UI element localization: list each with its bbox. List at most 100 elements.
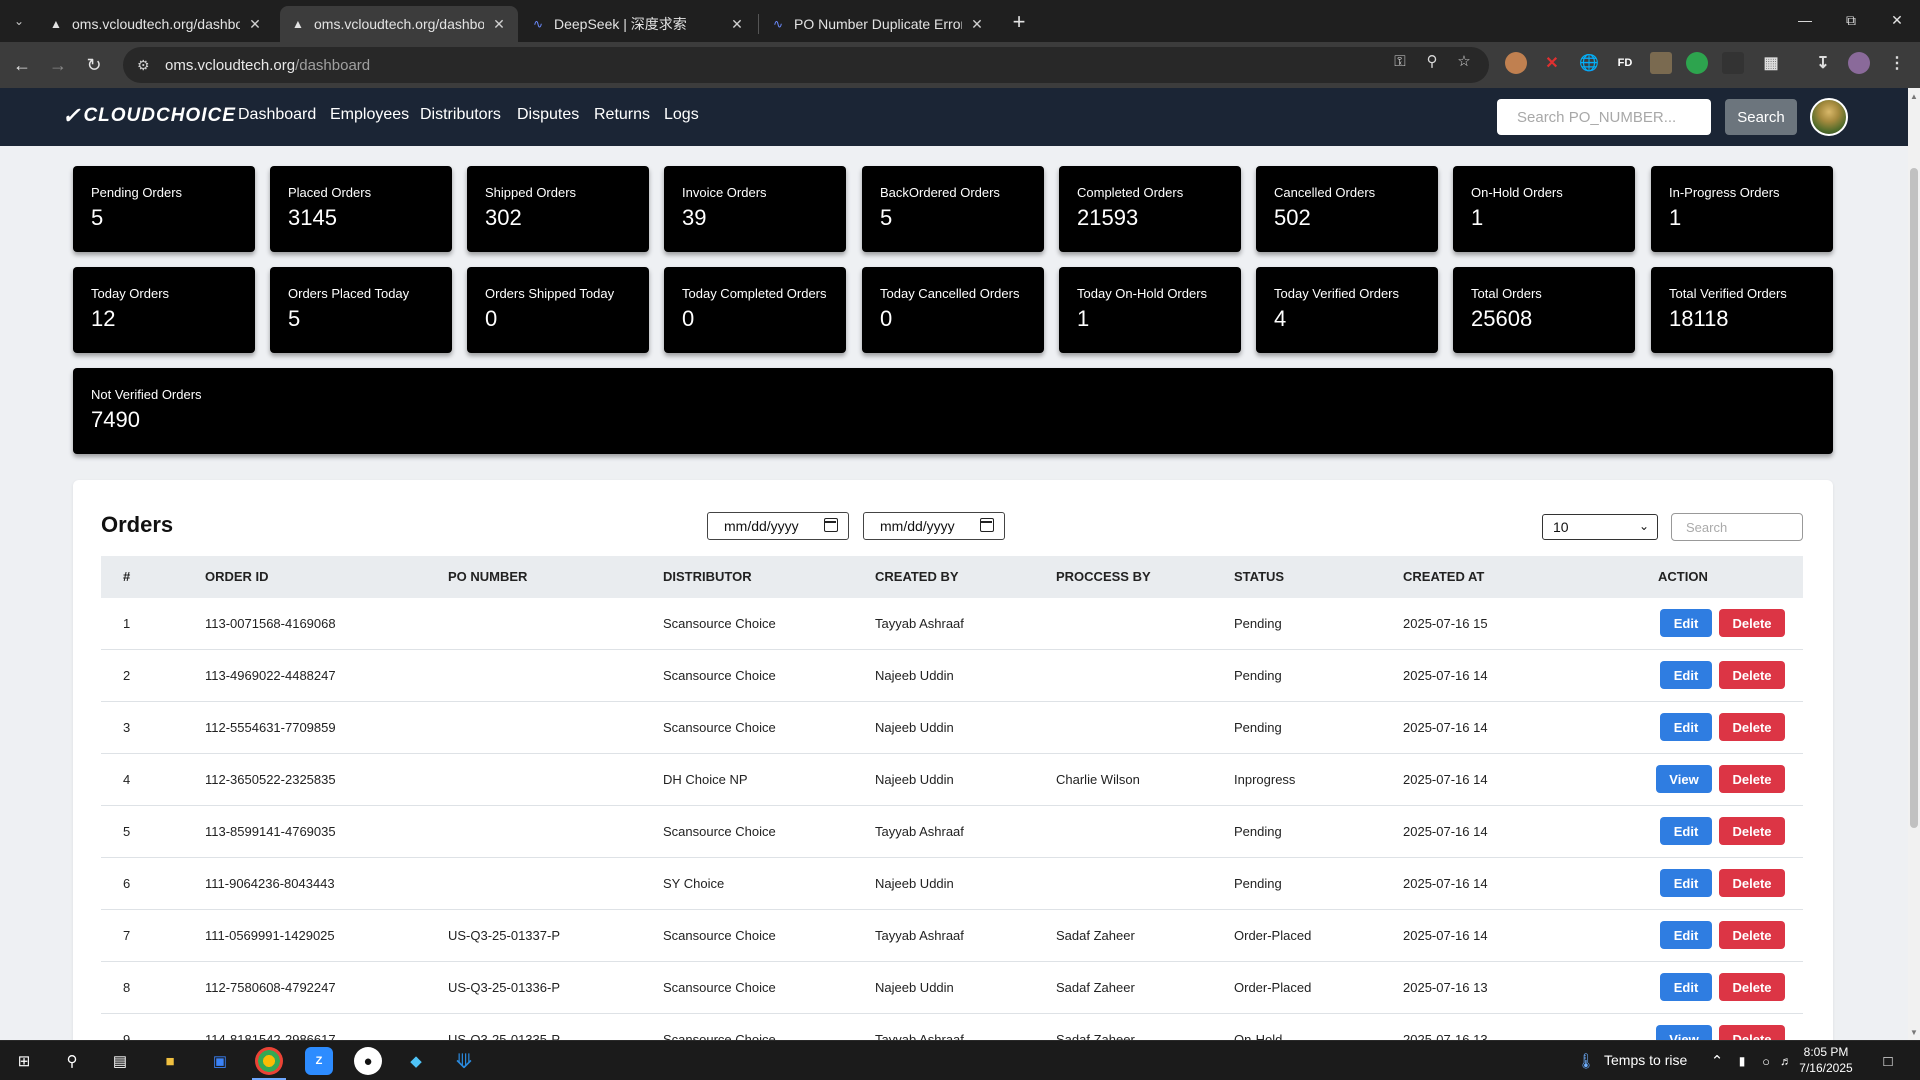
edit-button[interactable]: Edit bbox=[1660, 973, 1712, 1001]
back-arrow-icon[interactable]: ← bbox=[8, 51, 36, 79]
site-info-icon[interactable]: ⚙ bbox=[137, 57, 157, 74]
extension-face-icon[interactable] bbox=[1505, 52, 1527, 74]
table-row: 4 112-3650522-2325835 DH Choice NP Najeeb U… bbox=[101, 754, 1803, 806]
zoom-icon[interactable]: ⚲ bbox=[1422, 51, 1442, 71]
windows-start-icon[interactable]: ⊞ bbox=[10, 1047, 38, 1075]
extension-x-icon[interactable]: ✕ bbox=[1541, 52, 1563, 74]
scroll-thumb[interactable] bbox=[1910, 168, 1918, 828]
chrome-icon[interactable] bbox=[255, 1047, 283, 1075]
browser-tab-3[interactable]: ∿ DeepSeek | 深度求索 ✕ bbox=[520, 6, 756, 42]
view-button[interactable]: View bbox=[1656, 1025, 1712, 1040]
stat-value: 1 bbox=[1669, 205, 1682, 230]
nav-logs[interactable]: Logs bbox=[664, 106, 699, 124]
table-search-input[interactable] bbox=[1671, 513, 1803, 541]
delete-button[interactable]: Delete bbox=[1719, 765, 1785, 793]
delete-button[interactable]: Delete bbox=[1719, 1025, 1785, 1040]
app-circle-icon[interactable]: ● bbox=[354, 1047, 382, 1075]
delete-button[interactable]: Delete bbox=[1719, 869, 1785, 897]
profile-avatar-icon[interactable] bbox=[1848, 52, 1870, 74]
stat-card: Cancelled Orders 502 bbox=[1256, 166, 1438, 252]
restore-icon[interactable]: ⧉ bbox=[1828, 0, 1874, 40]
extensions-puzzle-icon[interactable]: ▦ bbox=[1760, 52, 1782, 74]
browser-tab-4[interactable]: ∿ PO Number Duplicate Error Exp ✕ bbox=[760, 6, 996, 42]
weather-text[interactable]: Temps to rise bbox=[1604, 1052, 1687, 1068]
edit-button[interactable]: Edit bbox=[1660, 817, 1712, 845]
browser-tab-2-active[interactable]: ▲ oms.vcloudtech.org/dashboard ✕ bbox=[280, 6, 518, 42]
po-search-button[interactable]: Search bbox=[1725, 99, 1797, 135]
delete-button[interactable]: Delete bbox=[1719, 713, 1785, 741]
edit-button[interactable]: Edit bbox=[1660, 661, 1712, 689]
search-icon[interactable]: ⚲ bbox=[58, 1047, 86, 1075]
new-tab-plus-icon[interactable]: + bbox=[1005, 8, 1033, 36]
view-button[interactable]: View bbox=[1656, 765, 1712, 793]
nav-returns[interactable]: Returns bbox=[594, 106, 650, 124]
edit-button[interactable]: Edit bbox=[1660, 921, 1712, 949]
cell-order-id: 112-3650522-2325835 bbox=[205, 772, 336, 787]
stat-label: Pending Orders bbox=[91, 185, 183, 200]
download-icon[interactable]: ↧ bbox=[1812, 52, 1834, 74]
edit-button[interactable]: Edit bbox=[1660, 609, 1712, 637]
calendar-icon[interactable] bbox=[824, 518, 838, 532]
reload-icon[interactable]: ↻ bbox=[80, 51, 108, 79]
app-diamond-icon[interactable]: ◆ bbox=[402, 1047, 430, 1075]
extension-dark-icon[interactable] bbox=[1722, 52, 1744, 74]
tab-search-chevron-icon[interactable]: ⌄ bbox=[6, 8, 32, 34]
notification-icon[interactable]: □ bbox=[1874, 1047, 1902, 1075]
close-window-icon[interactable]: ✕ bbox=[1874, 0, 1920, 40]
zoom-app-icon[interactable]: Z bbox=[305, 1047, 333, 1075]
browser-tab-1[interactable]: ▲ oms.vcloudtech.org/dashboard ✕ bbox=[38, 6, 274, 42]
minimize-icon[interactable]: — bbox=[1782, 0, 1828, 40]
extension-image-icon[interactable] bbox=[1650, 52, 1672, 74]
stat-card: Placed Orders 3145 bbox=[270, 166, 452, 252]
page-size-select[interactable]: 10 ⌄ bbox=[1542, 514, 1658, 540]
tab-title: oms.vcloudtech.org/dashboard bbox=[314, 16, 484, 32]
extension-fd-icon[interactable]: FD bbox=[1614, 52, 1636, 74]
file-explorer-icon[interactable]: ■ bbox=[156, 1047, 184, 1075]
stat-card: Today Cancelled Orders 0 bbox=[862, 267, 1044, 353]
nav-disputes[interactable]: Disputes bbox=[517, 106, 579, 124]
delete-button[interactable]: Delete bbox=[1719, 921, 1785, 949]
date-from-input[interactable]: mm/dd/yyyy bbox=[707, 512, 849, 540]
nav-employees[interactable]: Employees bbox=[330, 106, 409, 124]
volume-icon[interactable]: ♬ bbox=[1776, 1047, 1796, 1075]
edit-button[interactable]: Edit bbox=[1660, 869, 1712, 897]
calendar-icon[interactable] bbox=[980, 518, 994, 532]
cloudchoice-logo[interactable]: ✓ CLOUDCHOICE bbox=[62, 103, 236, 128]
po-number-search-input[interactable] bbox=[1497, 99, 1711, 135]
scroll-up-arrow-icon[interactable]: ▲ bbox=[1908, 90, 1920, 102]
task-view-icon[interactable]: ▤ bbox=[106, 1047, 134, 1075]
close-tab-icon[interactable]: ✕ bbox=[246, 15, 264, 33]
delete-button[interactable]: Delete bbox=[1719, 661, 1785, 689]
delete-button[interactable]: Delete bbox=[1719, 973, 1785, 1001]
delete-button[interactable]: Delete bbox=[1719, 609, 1785, 637]
table-row: 5 113-8599141-4769035 Scansource Choice Tay… bbox=[101, 806, 1803, 858]
password-key-icon[interactable]: ⚿ bbox=[1390, 51, 1410, 71]
tray-chevron-up-icon[interactable]: ⌃ bbox=[1703, 1047, 1731, 1075]
edit-button[interactable]: Edit bbox=[1660, 713, 1712, 741]
extension-globe-icon[interactable]: 🌐 bbox=[1578, 52, 1600, 74]
extension-green-icon[interactable] bbox=[1686, 52, 1708, 74]
date-to-input[interactable]: mm/dd/yyyy bbox=[863, 512, 1005, 540]
close-tab-icon[interactable]: ✕ bbox=[490, 15, 508, 33]
nav-dashboard[interactable]: Dashboard bbox=[238, 106, 316, 124]
system-clock[interactable]: 8:05 PM 7/16/2025 bbox=[1794, 1044, 1858, 1076]
nav-distributors[interactable]: Distributors bbox=[420, 106, 501, 124]
address-bar[interactable]: ⚙ oms.vcloudtech.org/dashboard bbox=[123, 47, 1489, 83]
cell-process-by: Sadaf Zaheer bbox=[1056, 980, 1135, 995]
more-menu-icon[interactable]: ⋮ bbox=[1886, 52, 1908, 74]
user-avatar[interactable] bbox=[1810, 98, 1848, 136]
bookmark-star-icon[interactable]: ☆ bbox=[1454, 51, 1474, 71]
clock-date: 7/16/2025 bbox=[1799, 1061, 1853, 1075]
vscode-icon[interactable]: ⟱ bbox=[450, 1047, 478, 1075]
delete-button[interactable]: Delete bbox=[1719, 817, 1785, 845]
store-icon[interactable]: ▣ bbox=[206, 1047, 234, 1075]
close-tab-icon[interactable]: ✕ bbox=[968, 15, 986, 33]
col-process-by: PROCCESS BY bbox=[1056, 569, 1151, 584]
scroll-down-arrow-icon[interactable]: ▼ bbox=[1908, 1026, 1920, 1038]
forward-arrow-icon[interactable]: → bbox=[44, 51, 72, 79]
col-status: STATUS bbox=[1234, 569, 1285, 584]
page-scrollbar[interactable]: ▲ ▼ bbox=[1908, 88, 1920, 1040]
close-tab-icon[interactable]: ✕ bbox=[728, 15, 746, 33]
stat-value: 5 bbox=[288, 306, 301, 331]
cell-process-by: Sadaf Zaheer bbox=[1056, 928, 1135, 943]
